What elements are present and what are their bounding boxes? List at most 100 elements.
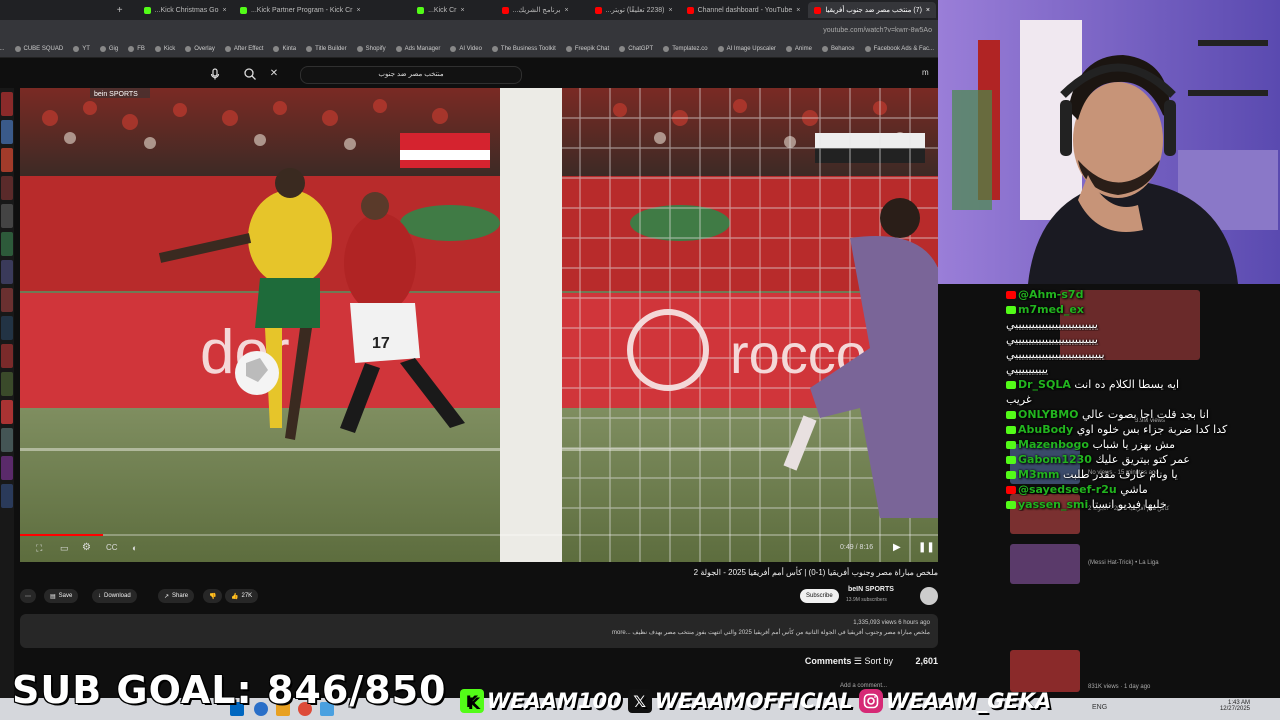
broadcaster-logo: bein SPORTS	[94, 91, 138, 98]
thumbnail[interactable]	[1, 232, 13, 256]
new-tab-button[interactable]: +	[111, 5, 129, 16]
bookmark-item[interactable]: Anime	[785, 45, 812, 52]
thumbnail[interactable]	[1, 344, 13, 368]
bookmark-item[interactable]: Facebook Ads & Fac...	[864, 45, 934, 52]
save-button[interactable]: ▤ Save	[44, 589, 79, 603]
browser-tab[interactable]: × Channel dashboard - YouTube	[681, 2, 807, 18]
kick-badge-icon	[1006, 306, 1016, 314]
tab-close-icon[interactable]: ×	[564, 7, 568, 14]
bookmark-item[interactable]: Behance	[821, 45, 855, 52]
bookmark-item[interactable]: Freepik Chat	[565, 45, 609, 52]
chat-message: Gabom1230 عمر كتو بيتريق عليك	[1006, 453, 1280, 466]
browser-tab[interactable]: × Kick Cr...	[369, 2, 471, 18]
bookmark-item[interactable]: AI Image Upscaler	[717, 45, 776, 52]
thumbnail[interactable]	[1, 428, 13, 452]
bookmark-favicon-icon	[785, 45, 792, 52]
thumbnail[interactable]	[1, 288, 13, 312]
thumbnail[interactable]	[1, 456, 13, 480]
clock-date: 12/27/2025	[1219, 706, 1250, 712]
bookmark-item[interactable]: FB	[128, 45, 145, 52]
thumbnail[interactable]	[1, 176, 13, 200]
bookmark-favicon-icon	[565, 45, 572, 52]
fullscreen-icon[interactable]: ⛶	[36, 543, 42, 554]
bookmark-item[interactable]: RC - MCHF - EEfect...	[0, 46, 5, 52]
bookmark-item[interactable]: AI Video	[450, 45, 482, 52]
browser-tab[interactable]: × برنامج الشريك...	[473, 2, 575, 18]
instagram-handle: WEAAM_GEKA	[858, 689, 1051, 713]
channel-name[interactable]: beIN SPORTS	[848, 586, 894, 593]
address-bar[interactable]: youtube.com/watch?v=kwrr-8w5Ao	[0, 20, 940, 40]
tab-favicon-icon	[501, 6, 509, 14]
bookmark-item[interactable]: Gig	[99, 45, 118, 52]
subscribe-button[interactable]: Subscribe	[800, 589, 839, 603]
bookmark-item[interactable]: YT	[73, 45, 90, 52]
tab-close-icon[interactable]: ×	[460, 7, 464, 14]
bookmark-label: Kinta	[282, 45, 297, 52]
bookmark-item[interactable]: Shopify	[356, 45, 386, 52]
language-indicator[interactable]: ENG	[1092, 704, 1107, 711]
tab-close-icon[interactable]: ×	[222, 7, 226, 14]
browser-tab[interactable]: × (2238 تعليقًا) تويتر...	[577, 2, 679, 18]
download-button[interactable]: ↓ Download	[92, 589, 137, 603]
thumbnail[interactable]	[1, 400, 13, 424]
next-icon[interactable]: ▶	[893, 542, 901, 553]
sort-by-button[interactable]: ☰ Sort by	[854, 656, 893, 666]
bookmark-item[interactable]: The Business Toolkit	[491, 45, 556, 52]
kick-badge-icon	[1006, 456, 1016, 464]
browser-tab[interactable]: × Kick Partner Program - Kick Cr...	[235, 2, 367, 18]
more-actions-button[interactable]: ⋯	[20, 589, 36, 603]
bookmark-item[interactable]: After Effect	[224, 45, 263, 52]
thumbnail[interactable]	[1, 372, 13, 396]
share-button[interactable]: ↗ Share	[158, 589, 195, 603]
captions-icon[interactable]: CC	[106, 543, 118, 552]
thumbnail[interactable]	[1, 204, 13, 228]
channel-avatar[interactable]	[920, 587, 938, 605]
x-handle: 𝕏 WEAAMOFFICIAL	[627, 689, 853, 713]
youtube-badge-icon	[1006, 291, 1016, 299]
kick-badge-icon	[1006, 471, 1016, 479]
thumbnail[interactable]	[1, 316, 13, 340]
bookmark-item[interactable]: Templatez.co	[663, 45, 708, 52]
tab-close-icon[interactable]: ×	[796, 7, 800, 14]
bookmark-item[interactable]: Title Builder	[306, 45, 347, 52]
bookmark-item[interactable]: Kinta	[273, 45, 297, 52]
url-text[interactable]: youtube.com/watch?v=kwrr-8w5Ao	[823, 27, 932, 34]
theater-mode-icon[interactable]: ▭	[60, 543, 69, 554]
bookmark-item[interactable]: CUBE SQUAD	[14, 45, 63, 52]
bookmark-item[interactable]: Overlay	[185, 45, 215, 52]
search-input[interactable]: منتخب مصر ضد جنوب	[300, 66, 522, 84]
progress-bar[interactable]	[20, 534, 938, 536]
thumbnail[interactable]	[1, 120, 13, 144]
pause-icon[interactable]: ❚❚	[918, 542, 935, 553]
thumbnail[interactable]	[1, 92, 13, 116]
search-icon[interactable]	[243, 67, 257, 81]
mic-icon[interactable]	[208, 67, 222, 81]
description-box[interactable]: 1,335,093 views 6 hours ago ملخص مباراة …	[20, 614, 938, 648]
thumbnail[interactable]	[1, 148, 13, 172]
settings-gear-icon[interactable]: ⚙	[82, 542, 91, 553]
chat-message: Mazenbogo مش بهزر يا شباب	[1006, 438, 1280, 451]
save-icon: ▤	[50, 593, 56, 600]
browser-tab[interactable]: × Kick Christmas Go...	[131, 2, 233, 18]
thumbnail[interactable]	[1, 260, 13, 284]
bookmark-item[interactable]: Ads Manager	[395, 45, 440, 52]
autoplay-toggle-icon[interactable]: ◐	[132, 543, 137, 553]
clock[interactable]: 1:43 AM 12/27/2025	[1210, 700, 1250, 712]
bookmark-label: FB	[137, 45, 145, 52]
bookmark-item[interactable]: ChatGPT	[619, 45, 653, 52]
tab-close-icon[interactable]: ×	[668, 7, 672, 14]
youtube-logo[interactable]: m	[922, 68, 929, 77]
tab-close-icon[interactable]: ×	[356, 7, 360, 14]
browser-tab[interactable]: × (7) منتخب مصر ضد جنوب أفريقيا	[808, 2, 936, 18]
video-player[interactable]: dor rocco K 17 bein SPORTS	[20, 88, 938, 562]
dislike-button[interactable]: 👎	[203, 589, 223, 603]
chat-text: ايه يسطا الكلام ده انت	[1074, 378, 1180, 391]
download-label: Download	[104, 593, 131, 599]
kick-badge-icon	[1006, 441, 1016, 449]
tab-close-icon[interactable]: ×	[926, 7, 930, 14]
chat-message: M3mm يا ونام عارف مقدر طلبت	[1006, 468, 1280, 481]
clear-search-icon[interactable]: ✕	[267, 67, 281, 81]
like-button[interactable]: 👍 27K	[225, 589, 259, 603]
thumbnail[interactable]	[1, 484, 13, 508]
bookmark-item[interactable]: Kick	[154, 45, 175, 52]
